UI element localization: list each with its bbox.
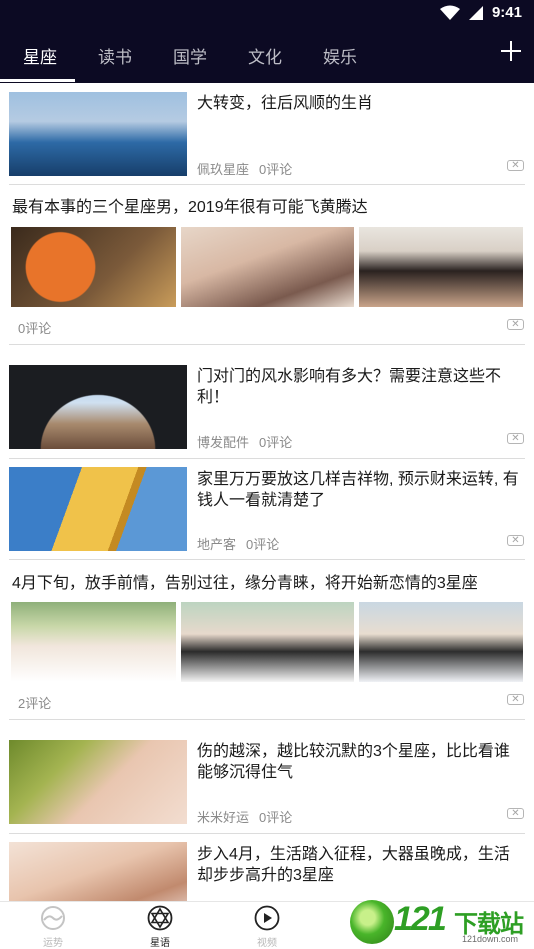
dismiss-icon[interactable]: ✕ [507,694,524,705]
article-source: 米米好运 [197,810,250,825]
fortune-icon [41,906,65,930]
watermark-logo-icon [350,900,394,944]
news-feed[interactable]: 大转变，往后风顺的生肖 佩玖星座 0评论 ✕ 最有本事的三个星座男，2019年很有… [0,83,534,901]
add-tab-button[interactable] [498,38,524,64]
dismiss-icon[interactable]: ✕ [507,160,524,171]
nav-item-fortune[interactable]: 运势 [23,902,83,949]
article-title[interactable]: 4月下旬，放手前情，告别过往，缘分青睐，将开始新恋情的3星座 [12,573,522,594]
status-icons: 9:41 [439,4,522,21]
article-title[interactable]: 家里万万要放这几样吉祥物, 预示财来运转, 有钱人一看就清楚了 [197,469,519,511]
divider [9,559,525,560]
nav-label: 星语 [150,938,170,949]
article-comments: 0评论 [246,537,280,552]
wifi-icon [439,5,460,20]
dismiss-icon[interactable]: ✕ [507,535,524,546]
dismiss-icon[interactable]: ✕ [507,433,524,444]
category-tabbar: 星座 读书 国学 文化 娱乐 [0,28,534,83]
watermark-url: 121down.com [462,934,519,944]
divider [9,184,525,185]
dismiss-icon[interactable]: ✕ [507,319,524,330]
article-meta: 博发配件 0评论 [197,432,292,451]
article-title[interactable]: 大转变，往后风顺的生肖 [197,93,517,114]
article-title[interactable]: 伤的越深，越比较沉默的3个星座，比比看谁能够沉得住气 [197,741,521,783]
article-comments: 0评论 [18,321,52,336]
article-comments: 0评论 [259,435,293,450]
article-image[interactable] [181,227,354,307]
star-of-david-icon [147,905,173,931]
tab-active-indicator [0,79,75,82]
article-thumbnail[interactable] [9,740,187,824]
article-image[interactable] [359,602,523,682]
divider [9,344,525,345]
article-meta: 米米好运 0评论 [197,807,292,826]
article-source: 地产客 [197,537,237,552]
article-title[interactable]: 门对门的风水影响有多大？需要注意这些不利！ [197,366,509,408]
article-meta: 佩玖星座 0评论 [197,159,292,178]
article-comments: 2评论 [18,696,52,711]
tab-xingzuo[interactable]: 星座 [23,43,57,68]
nav-label: 视频 [257,938,277,949]
watermark-number: 121 [394,900,447,938]
article-title[interactable]: 最有本事的三个星座男，2019年很有可能飞黄腾达 [12,197,522,218]
tab-guoxue[interactable]: 国学 [173,43,207,68]
article-thumbnail[interactable] [9,92,187,176]
tab-yule[interactable]: 娱乐 [323,43,357,68]
signal-icon [468,5,483,20]
article-image[interactable] [11,602,176,682]
article-image[interactable] [11,227,176,307]
site-watermark: 121 下载站 121down.com [350,898,534,949]
nav-item-xingyu[interactable]: 星语 [130,902,190,949]
play-icon [254,905,280,931]
article-thumbnail[interactable] [9,842,187,901]
article-thumbnail[interactable] [9,365,187,449]
article-title[interactable]: 步入4月，生活踏入征程，大器虽晚成，生活却步步高升的3星座 [197,844,523,886]
article-comments: 0评论 [259,810,293,825]
divider [9,833,525,834]
status-time: 9:41 [491,4,522,21]
divider [9,719,525,720]
article-source: 佩玖星座 [197,162,250,177]
article-meta: 地产客 0评论 [197,534,279,553]
divider [9,458,525,459]
dismiss-icon[interactable]: ✕ [507,808,524,819]
app-header: 9:41 星座 读书 国学 文化 娱乐 [0,0,534,83]
article-image[interactable] [181,602,354,682]
tab-dushu[interactable]: 读书 [98,43,132,68]
article-image[interactable] [359,227,523,307]
article-comments: 0评论 [259,162,293,177]
article-source: 博发配件 [197,435,250,450]
nav-item-video[interactable]: 视频 [237,902,297,949]
status-bar: 9:41 [0,0,534,28]
tab-wenhua[interactable]: 文化 [248,43,282,68]
article-thumbnail[interactable] [9,467,187,551]
nav-label: 运势 [43,938,63,949]
